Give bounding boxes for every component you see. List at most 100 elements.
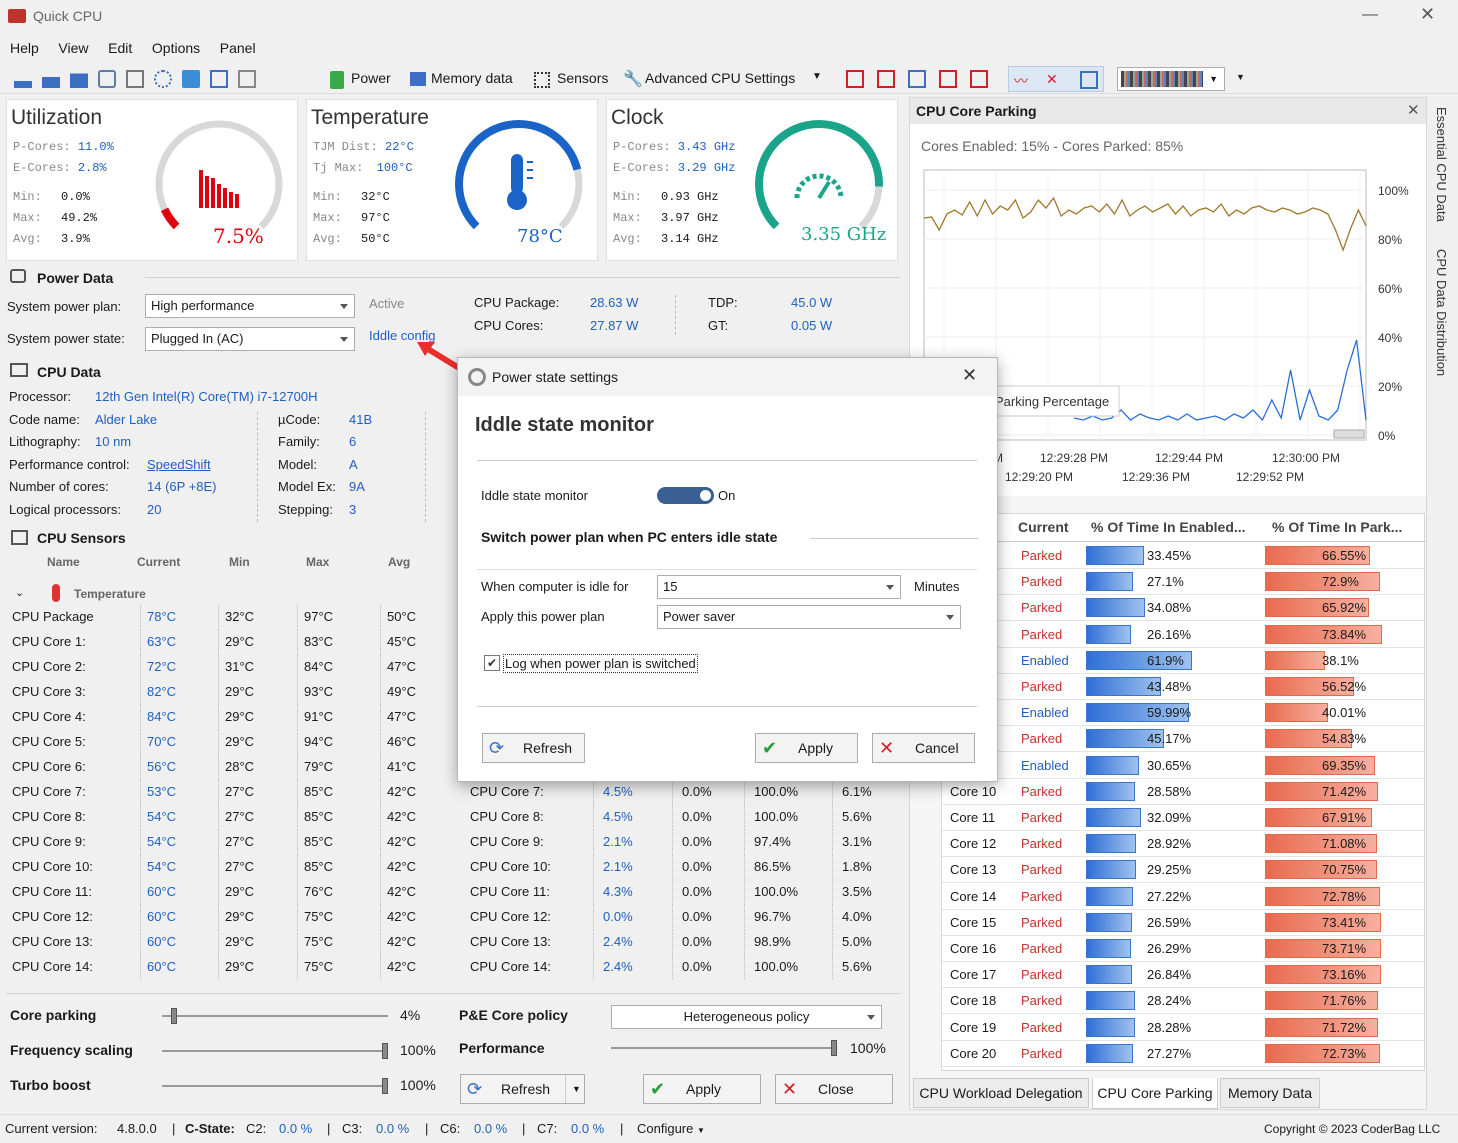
layout-3-icon[interactable] (908, 70, 926, 88)
apply-button[interactable]: ✔ Apply (643, 1074, 761, 1104)
tab-cpu-data-distribution[interactable]: CPU Data Distribution (1434, 249, 1449, 376)
parked-value: 71.76% (1322, 993, 1367, 1009)
sensors-icon[interactable] (534, 72, 550, 88)
close-icon[interactable]: ✕ (1420, 4, 1435, 25)
tab-memory-data[interactable]: Memory Data (1220, 1078, 1320, 1108)
divider (140, 855, 141, 880)
layout-2-icon[interactable] (877, 70, 895, 88)
layout-1-icon[interactable] (846, 70, 864, 88)
table-view-icon[interactable] (1080, 71, 1098, 89)
menu-edit[interactable]: Edit (108, 40, 132, 56)
temperature-title: Temperature (311, 106, 429, 129)
table-row: CPU Core 8: 54°C 27°C 85°C 42°C (7, 805, 447, 830)
power-plan-select[interactable]: High performance (145, 294, 355, 318)
performance-control-link[interactable]: SpeedShift (147, 457, 211, 472)
col-name[interactable]: Name (47, 555, 80, 569)
idle-time-select[interactable]: 15 (657, 575, 901, 599)
close-icon[interactable]: ✕ (962, 365, 977, 386)
iddle-monitor-toggle[interactable] (657, 487, 714, 504)
overflow-icon[interactable]: ▼ (1236, 72, 1245, 82)
load-name: CPU Core 13: (470, 934, 551, 949)
memory-icon[interactable] (410, 72, 426, 86)
cross-chart-icon[interactable]: ✕ (1046, 71, 1064, 87)
col-max[interactable]: Max (306, 555, 329, 569)
color-scheme-select[interactable]: ▼ (1117, 67, 1225, 91)
layout-5-icon[interactable] (970, 70, 988, 88)
col-current[interactable]: Current (1018, 519, 1069, 535)
x-tick-label: 12:29:44 PM (1155, 451, 1223, 465)
configure-menu[interactable]: Configure ▼ (637, 1121, 705, 1136)
monitor-icon[interactable] (182, 70, 200, 88)
image-icon[interactable] (126, 70, 144, 88)
line-chart-icon[interactable]: 〰 (1014, 71, 1032, 89)
slider-thumb[interactable] (382, 1078, 388, 1094)
edit-icon[interactable] (210, 70, 228, 88)
model-label: Model: (278, 457, 318, 472)
sensors-button[interactable]: Sensors (557, 70, 608, 86)
slider-thumb[interactable] (831, 1040, 837, 1056)
col-enabled[interactable]: % Of Time In Enabled... (1091, 519, 1246, 535)
menu-view[interactable]: View (58, 40, 88, 56)
col-parked[interactable]: % Of Time In Park... (1272, 519, 1402, 535)
tab-essential-cpu-data[interactable]: Essential CPU Data (1434, 107, 1449, 222)
chevron-down-icon[interactable]: ▼ (812, 71, 822, 82)
close-icon[interactable]: ✕ (1407, 101, 1420, 119)
menu-options[interactable]: Options (152, 40, 200, 56)
divider (218, 830, 219, 855)
tab-cpu-core-parking[interactable]: CPU Core Parking (1092, 1078, 1218, 1109)
col-current[interactable]: Current (137, 555, 180, 569)
slider-thumb[interactable] (171, 1008, 177, 1024)
menu-bar: Help View Edit Options Panel (0, 36, 1458, 60)
enabled-bar (1086, 808, 1141, 827)
power-state-select[interactable]: Plugged In (AC) (145, 327, 355, 351)
divider (297, 905, 298, 930)
slider-thumb[interactable] (382, 1043, 388, 1059)
bars-medium-icon[interactable] (42, 70, 60, 88)
collapse-icon[interactable]: ⌄ (15, 586, 24, 599)
tab-cpu-workload-delegation[interactable]: CPU Workload Delegation (913, 1078, 1089, 1108)
table-row: CPU Core 12: 0.0% 0.0% 96.7% 4.0% (466, 905, 906, 930)
dialog-refresh-button[interactable]: ⟳ Refresh (482, 733, 585, 763)
dialog-cancel-button[interactable]: ✕ Cancel (872, 733, 975, 763)
enabled-bar (1086, 1043, 1133, 1063)
load-cell: 100.0% (754, 784, 799, 799)
sensor-name: CPU Core 14: (12, 959, 93, 974)
wrench-icon[interactable]: 🔧 (623, 69, 643, 89)
dialog-apply-button[interactable]: ✔ Apply (755, 733, 858, 763)
chevron-down-icon[interactable]: ▼ (565, 1075, 581, 1103)
layout-4-icon[interactable] (939, 70, 957, 88)
document-icon[interactable] (238, 70, 256, 88)
gear-list-icon[interactable] (154, 70, 172, 88)
apply-plan-select[interactable]: Power saver (657, 605, 961, 629)
memory-data-button[interactable]: Memory data (431, 70, 513, 86)
refresh-button[interactable]: ⟳ Refresh ▼ (460, 1074, 585, 1104)
sensor-cell: 75°C (304, 959, 334, 974)
table-row: CPU Core 14: 60°C 29°C 75°C 42°C (7, 955, 447, 980)
divider (675, 295, 676, 335)
divider (593, 905, 594, 930)
divider (218, 905, 219, 930)
close-button[interactable]: ✕ Close (775, 1074, 893, 1104)
core-parking-slider[interactable] (162, 1008, 388, 1024)
turbo-boost-slider[interactable] (162, 1078, 388, 1094)
log-checkbox-label[interactable]: Log when power plan is switched (503, 654, 698, 673)
settings-window-icon[interactable] (98, 70, 116, 88)
bars-small-icon[interactable] (14, 70, 32, 88)
logical-processors-label: Logical processors: (9, 502, 121, 517)
menu-help[interactable]: Help (10, 40, 39, 56)
performance-slider[interactable] (611, 1040, 837, 1056)
minimize-icon[interactable]: — (1362, 6, 1378, 24)
col-min[interactable]: Min (229, 555, 250, 569)
log-checkbox[interactable]: ✔ (484, 655, 500, 671)
sensors-header: Name Current Min Max Avg (7, 552, 447, 572)
bars-large-icon[interactable] (70, 70, 88, 88)
load-name: CPU Core 11: (470, 884, 550, 899)
power-icon[interactable] (330, 71, 344, 89)
parked-value: 72.73% (1322, 1045, 1367, 1061)
pe-core-policy-select[interactable]: Heterogeneous policy (611, 1005, 882, 1029)
advanced-cpu-settings-button[interactable]: Advanced CPU Settings (645, 70, 795, 86)
menu-panel[interactable]: Panel (220, 40, 256, 56)
power-button[interactable]: Power (351, 70, 391, 86)
frequency-scaling-slider[interactable] (162, 1043, 388, 1059)
col-avg[interactable]: Avg (388, 555, 410, 569)
